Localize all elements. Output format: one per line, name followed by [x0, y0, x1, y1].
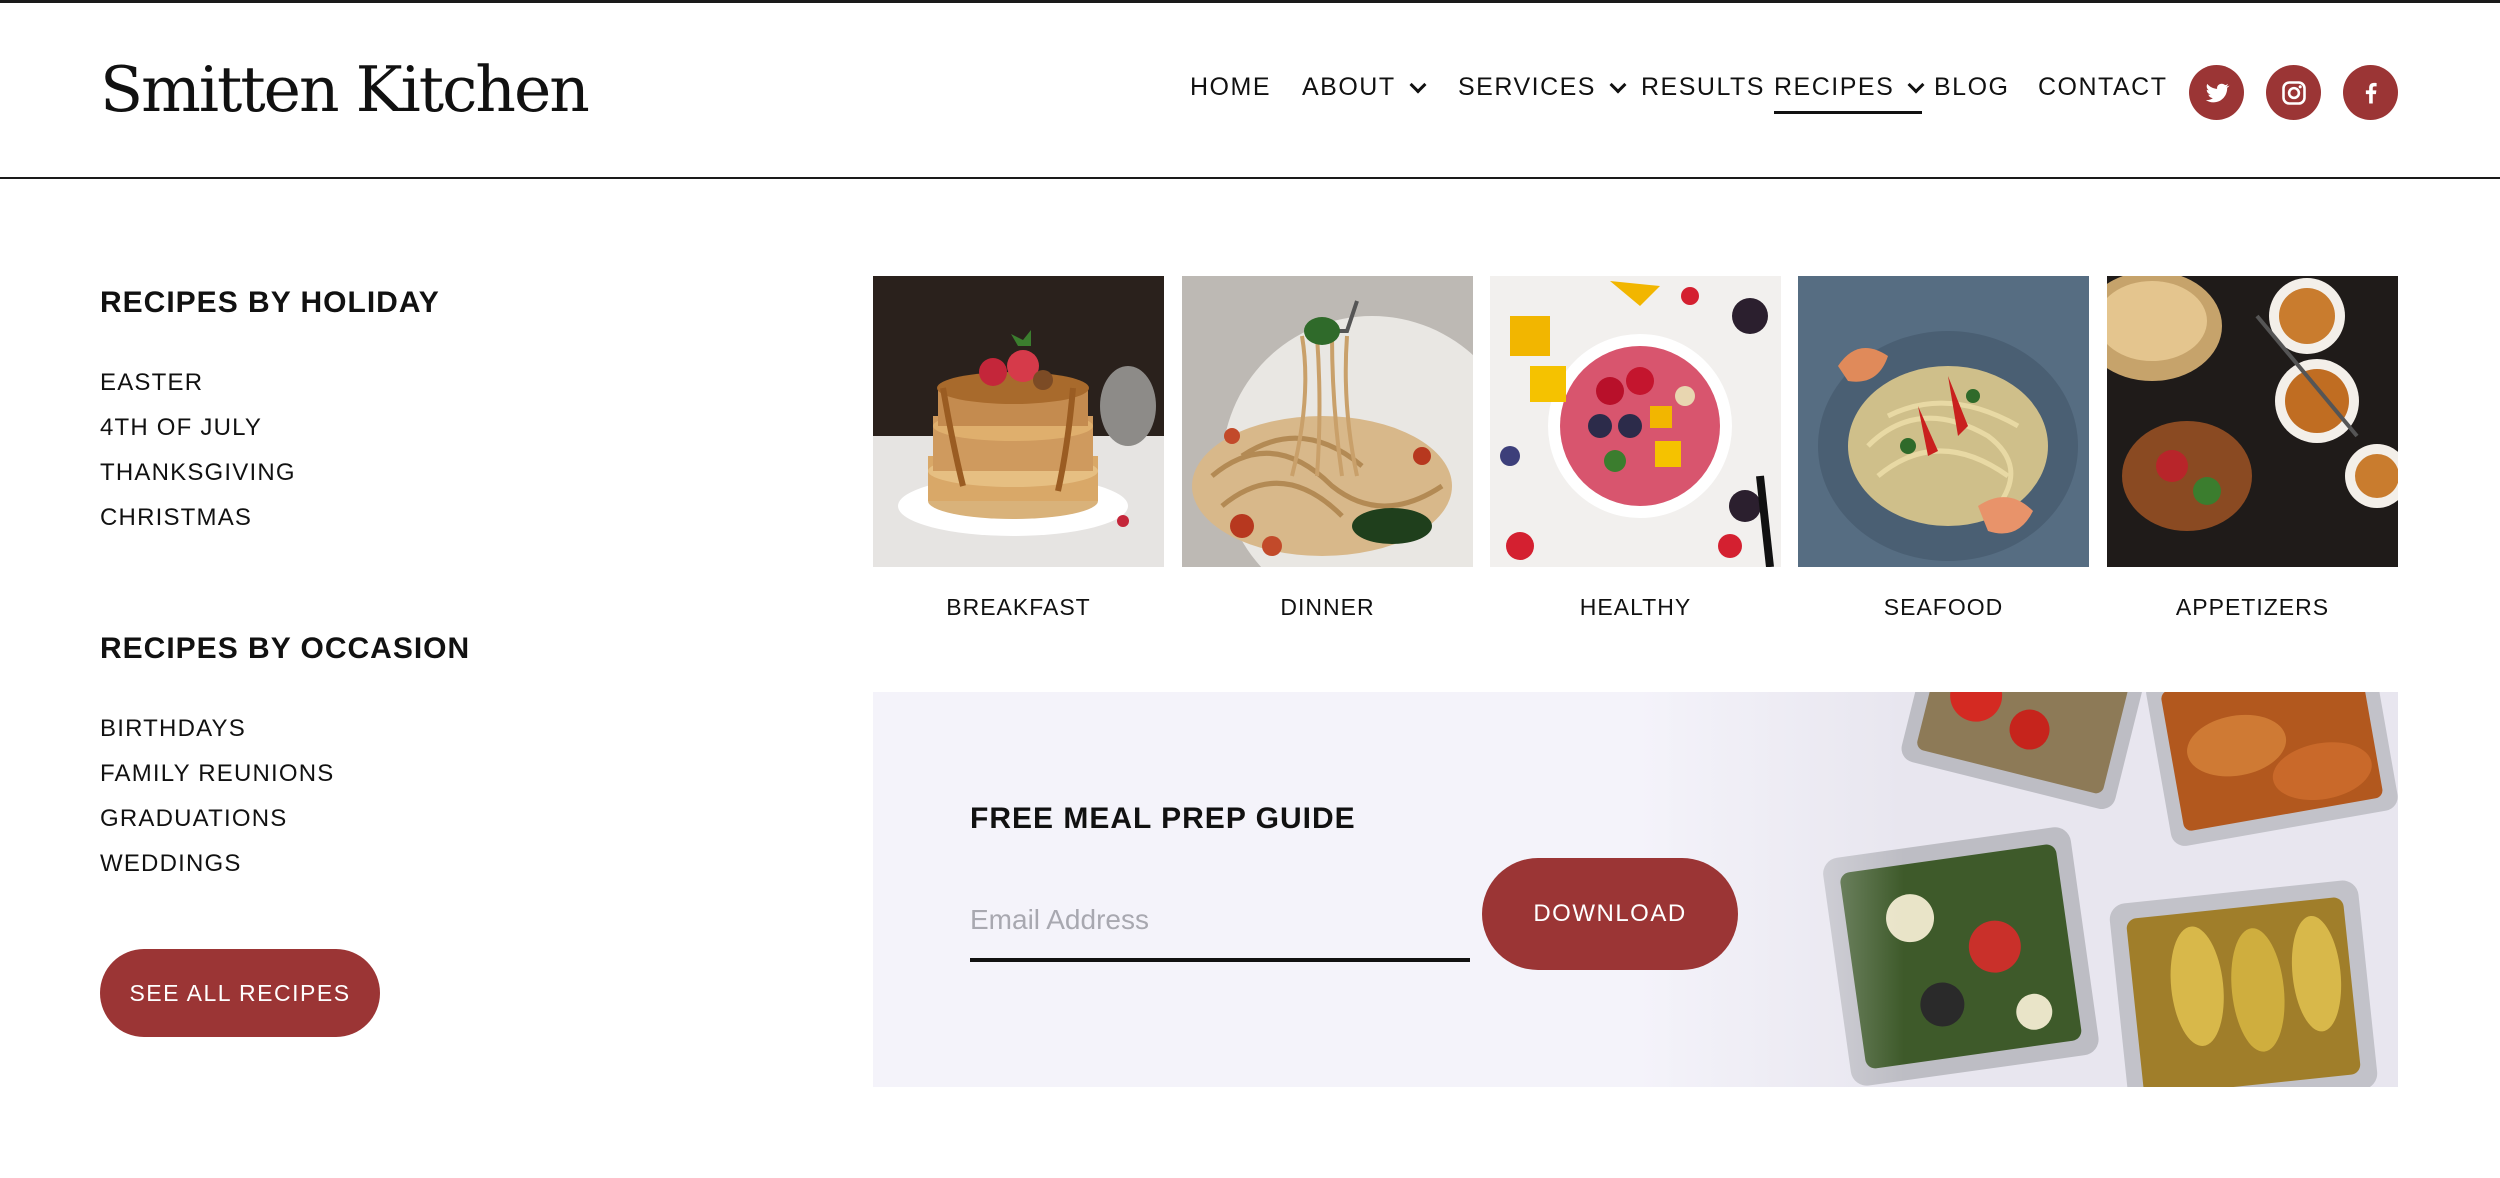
holiday-link[interactable]: THANKSGIVING	[100, 450, 296, 495]
chevron-down-icon	[1409, 76, 1427, 93]
promo-title: FREE MEAL PREP GUIDE	[970, 802, 1356, 835]
nav-label: RESULTS	[1641, 73, 1765, 101]
category-image-dinner[interactable]	[1182, 276, 1473, 567]
twitter-icon	[2205, 83, 2230, 102]
nav-label: SERVICES	[1458, 73, 1596, 101]
occasion-link[interactable]: BIRTHDAYS	[100, 706, 335, 751]
facebook-icon	[2365, 82, 2377, 103]
see-all-recipes-button[interactable]: SEE ALL RECIPES	[100, 949, 380, 1037]
category-image-healthy[interactable]	[1490, 276, 1781, 567]
nav-label: HOME	[1190, 73, 1271, 101]
fruit-bowl-image	[1490, 276, 1781, 567]
nav-blog[interactable]: BLOG	[1934, 73, 2009, 102]
category-label-dinner[interactable]: DINNER	[1182, 594, 1473, 621]
category-image-seafood[interactable]	[1798, 276, 2089, 567]
site-header: Smitten Kitchen HOME ABOUT SERVICES RESU…	[0, 3, 2500, 179]
holiday-links: EASTER 4TH OF JULY THANKSGIVING CHRISTMA…	[100, 360, 296, 540]
occasion-link[interactable]: FAMILY REUNIONS	[100, 751, 335, 796]
nav-services[interactable]: SERVICES	[1458, 73, 1627, 102]
meal-prep-banner: FREE MEAL PREP GUIDE DOWNLOAD	[873, 692, 2398, 1087]
holiday-link[interactable]: EASTER	[100, 360, 296, 405]
category-label-healthy[interactable]: HEALTHY	[1490, 594, 1781, 621]
holiday-heading: RECIPES BY HOLIDAY	[100, 286, 440, 319]
shrimp-pasta-image	[1798, 276, 2089, 567]
nav-about[interactable]: ABOUT	[1302, 73, 1427, 102]
instagram-link[interactable]	[2266, 65, 2321, 120]
holiday-link[interactable]: CHRISTMAS	[100, 495, 296, 540]
category-image-appetizers[interactable]	[2107, 276, 2398, 567]
category-image-breakfast[interactable]	[873, 276, 1164, 567]
nav-recipes[interactable]: RECIPES	[1774, 73, 1925, 114]
nav-results[interactable]: RESULTS	[1641, 73, 1765, 102]
email-input[interactable]	[970, 882, 1470, 962]
occasion-link[interactable]: GRADUATIONS	[100, 796, 335, 841]
nav-contact[interactable]: CONTACT	[2038, 73, 2167, 102]
chevron-down-icon	[1609, 76, 1627, 93]
meal-prep-image	[1638, 692, 2398, 1087]
twitter-link[interactable]	[2189, 65, 2244, 120]
nav-label: BLOG	[1934, 73, 2010, 101]
occasion-links: BIRTHDAYS FAMILY REUNIONS GRADUATIONS WE…	[100, 706, 335, 886]
occasion-heading: RECIPES BY OCCASION	[100, 632, 471, 665]
spaghetti-image	[1182, 276, 1473, 567]
category-label-seafood[interactable]: SEAFOOD	[1798, 594, 2089, 621]
occasion-link[interactable]: WEDDINGS	[100, 841, 335, 886]
instagram-icon	[2281, 80, 2306, 105]
category-label-appetizers[interactable]: APPETIZERS	[2107, 594, 2398, 621]
appetizers-image	[2107, 276, 2398, 567]
download-button[interactable]: DOWNLOAD	[1482, 858, 1738, 970]
holiday-link[interactable]: 4TH OF JULY	[100, 405, 296, 450]
nav-label: RECIPES	[1774, 73, 1895, 101]
facebook-link[interactable]	[2343, 65, 2398, 120]
site-logo[interactable]: Smitten Kitchen	[100, 53, 590, 126]
nav-label: ABOUT	[1302, 73, 1396, 101]
nav-home[interactable]: HOME	[1190, 73, 1271, 102]
pancakes-image	[873, 276, 1164, 567]
nav-label: CONTACT	[2038, 73, 2168, 101]
chevron-down-icon	[1907, 76, 1925, 93]
category-label-breakfast[interactable]: BREAKFAST	[873, 594, 1164, 621]
